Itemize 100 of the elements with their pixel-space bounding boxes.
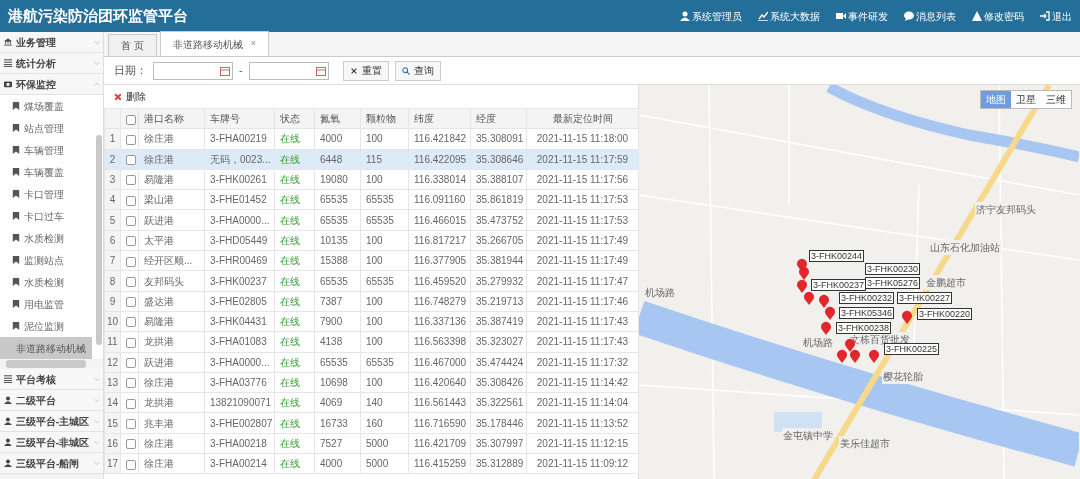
person-icon bbox=[4, 459, 12, 467]
table-cell: 在线 bbox=[274, 270, 315, 292]
sidebar-group[interactable]: 三级平台-非城区 bbox=[0, 432, 103, 453]
table-cell: 65535 bbox=[314, 210, 361, 231]
table-cell: 19080 bbox=[314, 169, 361, 190]
table-row[interactable]: 1 徐庄港 3-FHA00219 在线 4000 100 116.421842 35.308091 2021-11-15 11:18:00 bbox=[104, 128, 639, 150]
marker-label[interactable]: 3-FHK00230 bbox=[865, 263, 921, 275]
table-row[interactable]: 6 太平港 3-FHD05449 在线 10135 100 116.817217 35.266705 2021-11-15 11:17:49 bbox=[104, 230, 639, 251]
table-cell: 盛达港 bbox=[138, 291, 205, 312]
marker-label[interactable]: 3-FHK00238 bbox=[836, 322, 892, 334]
table-row[interactable]: 4 梁山港 3-FHE01452 在线 65535 65535 116.091160 35.861819 2021-11-15 11:17:53 bbox=[104, 189, 639, 210]
table-row[interactable]: 2 徐庄港 无码，0023... 在线 6448 115 116.422095 35.308646 2021-11-15 11:17:59 bbox=[104, 149, 639, 170]
sidebar-group[interactable]: 环保监控 bbox=[0, 74, 103, 95]
checkbox[interactable] bbox=[126, 337, 136, 348]
checkbox[interactable] bbox=[126, 358, 136, 369]
delete-button[interactable]: 删除 bbox=[114, 89, 146, 104]
table-row[interactable]: 5 跃进港 3-FHA0000... 在线 65535 65535 116.466015 35.473752 2021-11-15 11:17:53 bbox=[104, 210, 639, 231]
table-cell: 3-FHA00214 bbox=[204, 453, 275, 474]
row-number: 17 bbox=[104, 453, 121, 474]
table-row[interactable]: 11 龙拱港 3-FHA01083 在线 4138 100 116.563398 35.323027 2021-11-15 11:17:43 bbox=[104, 331, 639, 353]
table-cell: 在线 bbox=[274, 210, 315, 231]
checkbox[interactable] bbox=[126, 297, 136, 308]
table-cell: 116.091160 bbox=[408, 189, 471, 210]
checkbox[interactable] bbox=[126, 195, 136, 206]
table-cell: 经开区顺... bbox=[138, 250, 205, 271]
marker-label[interactable]: 3-FHK05276 bbox=[865, 277, 921, 289]
column-header: 氮氧 bbox=[314, 108, 361, 129]
checkbox[interactable] bbox=[126, 236, 136, 247]
table-row[interactable]: 7 经开区顺... 3-FHR00469 在线 15388 100 116.377905 35.381944 2021-11-15 11:17:49 bbox=[104, 250, 639, 271]
checkbox[interactable] bbox=[126, 155, 136, 166]
checkbox[interactable] bbox=[126, 459, 136, 470]
checkbox[interactable] bbox=[126, 398, 136, 409]
table-cell: 3-FHA01083 bbox=[204, 331, 275, 353]
date-field[interactable] bbox=[153, 61, 233, 80]
table-row[interactable]: 15 兆丰港 3-FHE002807 在线 16733 160 116.716590 35.178446 2021-11-15 11:13:52 bbox=[104, 412, 639, 434]
header-menu-link[interactable]: 修改密码 bbox=[972, 8, 1024, 24]
table-cell: 2021-11-15 11:09:12 bbox=[526, 453, 639, 474]
marker-label[interactable]: 3-FHK00244 bbox=[809, 250, 865, 262]
table-cell: 35.266705 bbox=[470, 230, 527, 251]
sidebar-group[interactable]: 业务管理 bbox=[0, 32, 103, 53]
header-menu-link[interactable]: 消息列表 bbox=[904, 8, 956, 24]
table-cell: 35.178446 bbox=[470, 412, 527, 434]
reset-button[interactable]: 重置 bbox=[342, 60, 389, 81]
table-row[interactable]: 9 盛达港 3-FHE02805 在线 7387 100 116.748279 35.219713 2021-11-15 11:17:46 bbox=[104, 291, 639, 312]
header-menu-link[interactable]: 事件研发 bbox=[836, 8, 888, 24]
date-field[interactable] bbox=[248, 61, 329, 80]
marker-label[interactable]: 3-FHK00225 bbox=[884, 343, 940, 355]
table-cell: 10698 bbox=[314, 372, 361, 393]
row-number: 14 bbox=[104, 392, 121, 413]
table-row[interactable]: 12 跃进港 3-FHA0000... 在线 65535 65535 116.467000 35.474424 2021-11-15 11:17:32 bbox=[104, 352, 639, 373]
checkbox[interactable] bbox=[126, 216, 136, 226]
checkbox[interactable] bbox=[126, 256, 136, 267]
bookmark-icon bbox=[12, 212, 20, 220]
list-icon bbox=[4, 375, 12, 383]
checkbox[interactable] bbox=[126, 378, 136, 389]
sidebar-group[interactable]: 三级平台-主城区 bbox=[0, 411, 103, 432]
row-number: 8 bbox=[104, 270, 121, 292]
table-row[interactable]: 3 易隆港 3-FHK00261 在线 19080 100 116.338014 35.388107 2021-11-15 11:17:56 bbox=[104, 169, 639, 190]
table-row[interactable]: 17 徐庄港 3-FHA00214 在线 4000 5000 116.415259 35.312889 2021-11-15 11:09:12 bbox=[104, 453, 639, 474]
sidebar-group[interactable]: 平台考核 bbox=[0, 369, 103, 390]
marker-label[interactable]: 3-FHK00227 bbox=[897, 292, 953, 304]
table-row[interactable]: 10 易隆港 3-FHK04431 在线 7900 100 116.337136 35.387419 2021-11-15 11:17:43 bbox=[104, 311, 639, 332]
checkbox[interactable] bbox=[126, 418, 136, 429]
table-row[interactable]: 16 徐庄港 3-FHA00218 在线 7527 5000 116.421709 35.307997 2021-11-15 11:12:15 bbox=[104, 433, 639, 454]
marker-label[interactable]: 3-FHK00232 bbox=[839, 292, 895, 304]
scrollbar[interactable] bbox=[96, 135, 102, 345]
checkbox[interactable] bbox=[126, 439, 136, 450]
marker-label[interactable]: 3-FHK00237 bbox=[811, 279, 867, 291]
checkbox[interactable] bbox=[126, 175, 136, 186]
header-menu-link[interactable]: 系统大数据 bbox=[758, 8, 820, 24]
bookmark-icon bbox=[12, 278, 20, 286]
table-row[interactable]: 13 徐庄港 3-FHA03776 在线 10698 100 116.420640 35.308426 2021-11-15 11:14:42 bbox=[104, 372, 639, 393]
sidebar-group[interactable]: 统计分析 bbox=[0, 53, 103, 74]
checkbox[interactable] bbox=[126, 114, 136, 125]
marker-label[interactable]: 3-FHK05346 bbox=[839, 307, 895, 319]
table-row[interactable]: 8 友邦码头 3-FHK00237 在线 65535 65535 116.459520 35.279932 2021-11-15 11:17:47 bbox=[104, 270, 639, 292]
column-header: 最新定位时间 bbox=[526, 108, 639, 129]
marker-label[interactable]: 3-FHK00220 bbox=[917, 308, 973, 320]
sidebar-group[interactable]: 二级平台 bbox=[0, 390, 103, 411]
table-cell: 梁山港 bbox=[138, 189, 205, 210]
checkbox[interactable] bbox=[126, 317, 136, 328]
tab[interactable]: 首 页 bbox=[108, 34, 157, 56]
table-cell: 2021-11-15 11:17:49 bbox=[526, 250, 639, 271]
table-row[interactable]: 14 龙拱港 13821090071 在线 4069 140 116.561443 35.322561 2021-11-15 11:14:04 bbox=[104, 392, 639, 413]
sidebar-group[interactable]: 三级平台-船闸 bbox=[0, 453, 103, 474]
scrollbar[interactable] bbox=[6, 360, 86, 368]
checkbox[interactable] bbox=[126, 276, 136, 287]
search-button[interactable]: 查询 bbox=[394, 60, 441, 81]
close-icon[interactable]: × bbox=[250, 37, 257, 51]
sidebar-item[interactable]: 非道路移动机械 bbox=[0, 337, 92, 359]
header-menu-link[interactable]: 系统管理员 bbox=[680, 8, 742, 24]
table-cell: 3-FHE01452 bbox=[204, 189, 275, 210]
tab[interactable]: 非道路移动机械 × bbox=[159, 31, 270, 56]
checkbox[interactable] bbox=[126, 134, 136, 145]
table-cell: 100 bbox=[360, 311, 409, 332]
header-menu-link[interactable]: 退出 bbox=[1040, 8, 1072, 24]
table-cell: 在线 bbox=[274, 189, 315, 210]
bookmark-icon bbox=[12, 124, 20, 132]
table-cell: 35.381944 bbox=[470, 250, 527, 271]
table-cell: 35.323027 bbox=[470, 331, 527, 353]
